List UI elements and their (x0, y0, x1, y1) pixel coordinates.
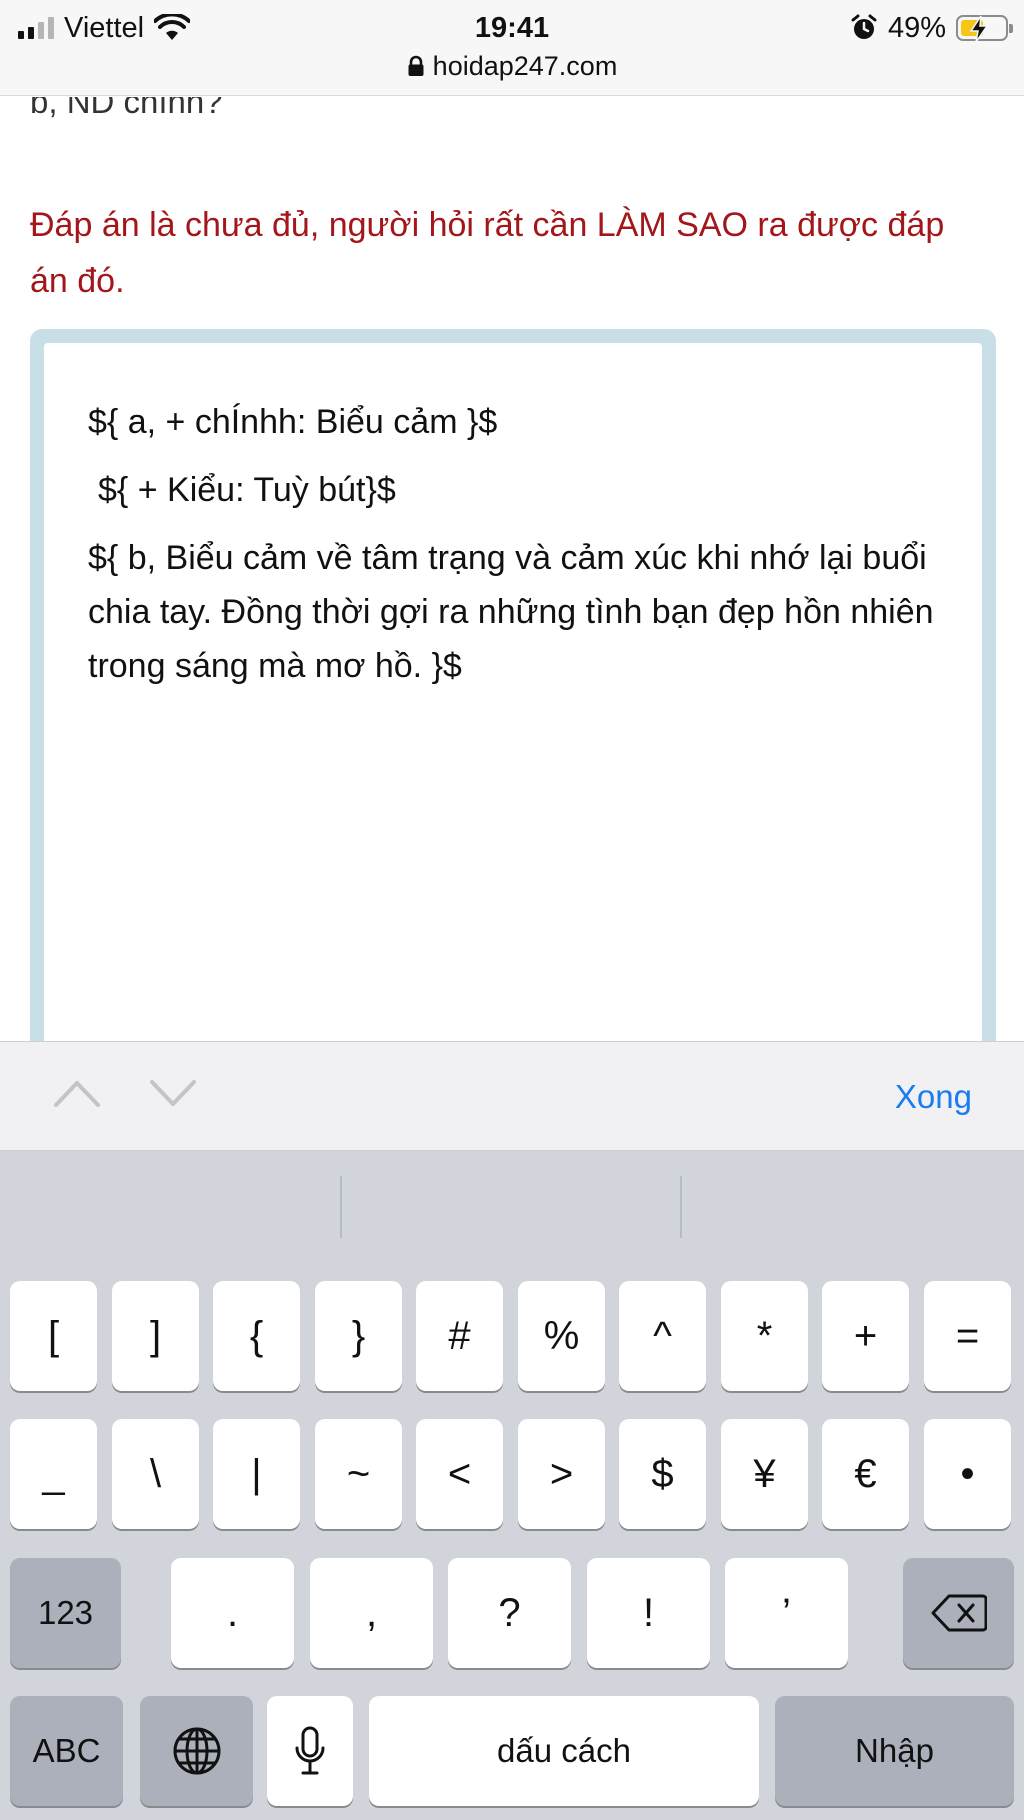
key[interactable]: | (213, 1419, 300, 1529)
key[interactable]: ] (112, 1281, 199, 1391)
key[interactable]: ’ (725, 1558, 848, 1668)
globe-icon (173, 1727, 220, 1775)
keyboard-accessory-bar: Xong (0, 1041, 1024, 1151)
key[interactable]: € (822, 1419, 909, 1529)
key[interactable]: = (924, 1281, 1011, 1391)
key-label: ’ (782, 1590, 791, 1635)
battery-charging-icon (956, 15, 1013, 43)
key-label: • (960, 1451, 975, 1496)
key-label: ^ (653, 1313, 672, 1358)
key-label: | (251, 1451, 262, 1496)
battery-tip (1009, 24, 1013, 33)
key[interactable]: % (518, 1281, 605, 1391)
editor-line: ${ b, Biểu cảm về tâm trạng và cảm xúc k… (88, 539, 934, 685)
globe-key[interactable] (140, 1696, 253, 1806)
key-label: > (549, 1451, 574, 1496)
microphone-icon (295, 1726, 325, 1775)
done-button[interactable]: Xong (895, 1072, 972, 1122)
question-line: b, ND chính? (30, 97, 223, 120)
key-label: 123 (37, 1594, 94, 1631)
key-label: ¥ (753, 1451, 776, 1496)
chevron-up-icon[interactable] (52, 1077, 102, 1109)
key[interactable]: [ (10, 1281, 97, 1391)
key[interactable]: ^ (619, 1281, 706, 1391)
key[interactable]: $ (619, 1419, 706, 1529)
answer-editor-frame: ${ a, + chÍnhh: Biểu cảm }$ ${ + Kiểu: T… (30, 329, 996, 1041)
numbers-mode-key[interactable]: 123 (10, 1558, 121, 1668)
key-label: ] (149, 1313, 162, 1358)
key-label: . (226, 1590, 239, 1635)
screen: Viettel 19:41 49% hoidap247.com b, ND ch… (0, 0, 1024, 1820)
key[interactable]: } (315, 1281, 402, 1391)
abc-mode-key[interactable]: ABC (10, 1696, 123, 1806)
key[interactable]: ~ (315, 1419, 402, 1529)
return-key[interactable]: Nhập (775, 1696, 1014, 1806)
key-label: $ (651, 1451, 674, 1496)
status-right: 49% (850, 8, 1013, 48)
predictive-divider (340, 1176, 342, 1238)
key-label: { (249, 1313, 264, 1358)
key-label: € (854, 1451, 877, 1496)
key[interactable]: > (518, 1419, 605, 1529)
key[interactable]: ¥ (721, 1419, 808, 1529)
key-label: dấu cách (497, 1732, 631, 1769)
lock-icon (408, 55, 424, 76)
microphone-key[interactable] (267, 1696, 353, 1806)
key[interactable]: \ (112, 1419, 199, 1529)
key-label: ? (498, 1590, 521, 1635)
key[interactable]: { (213, 1281, 300, 1391)
chevron-down-icon[interactable] (148, 1077, 198, 1109)
key-label: * (756, 1313, 773, 1358)
bolt-icon (969, 15, 989, 43)
key-label: ! (642, 1590, 655, 1635)
key-label: ~ (346, 1451, 371, 1496)
key[interactable]: < (416, 1419, 503, 1529)
key-label: Nhập (855, 1732, 934, 1769)
key[interactable]: . (171, 1558, 294, 1668)
predictive-divider (680, 1176, 682, 1238)
status-bar: Viettel 19:41 49% hoidap247.com (0, 0, 1024, 96)
key[interactable]: • (924, 1419, 1011, 1529)
key-label: [ (47, 1313, 60, 1358)
key[interactable]: _ (10, 1419, 97, 1529)
url-text: hoidap247.com (432, 50, 618, 81)
address-bar[interactable]: hoidap247.com (0, 48, 1024, 84)
key-label: < (447, 1451, 472, 1496)
key[interactable]: ! (587, 1558, 710, 1668)
web-content: b, ND chính? Đáp án là chưa đủ, người hỏ… (0, 97, 1024, 1041)
key-label: \ (149, 1451, 162, 1496)
key-label: + (853, 1313, 878, 1358)
predictive-bar (0, 1151, 1024, 1251)
answer-notice: Đáp án là chưa đủ, người hỏi rất cần LÀM… (30, 206, 945, 300)
backspace-icon (931, 1594, 987, 1632)
editor-line: ${ a, + chÍnhh: Biểu cảm }$ (88, 403, 498, 441)
key-label: = (955, 1313, 980, 1358)
key[interactable]: , (310, 1558, 433, 1668)
answer-editor[interactable]: ${ a, + chÍnhh: Biểu cảm }$ ${ + Kiểu: T… (44, 343, 982, 1041)
space-key[interactable]: dấu cách (369, 1696, 759, 1806)
key[interactable]: * (721, 1281, 808, 1391)
key-label: # (448, 1313, 471, 1358)
editor-line: ${ + Kiểu: Tuỳ bút}$ (98, 471, 396, 509)
battery-percent: 49% (887, 11, 946, 44)
key-label: ABC (32, 1732, 101, 1769)
keyboard: [] {} #% ^ * + = _ \ | ~ < > $ ¥ € • 123.,?! ’ ABC dấu cách N… (0, 1151, 1024, 1820)
key[interactable]: # (416, 1281, 503, 1391)
backspace-key[interactable] (903, 1558, 1014, 1668)
key[interactable]: + (822, 1281, 909, 1391)
key-label: } (351, 1313, 366, 1358)
alarm-icon (851, 14, 877, 39)
key-label: , (365, 1590, 378, 1635)
key-label: % (543, 1313, 580, 1358)
key-label: _ (42, 1451, 65, 1496)
key[interactable]: ? (448, 1558, 571, 1668)
